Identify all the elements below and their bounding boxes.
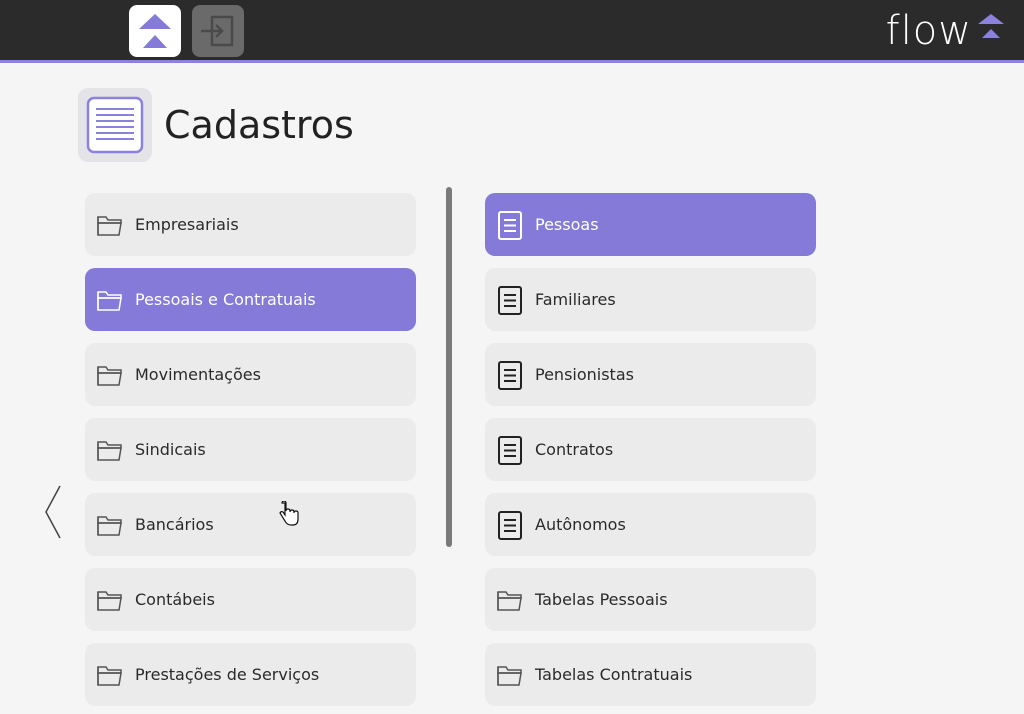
list-document-icon [78, 88, 152, 162]
folder-icon [495, 660, 525, 690]
category-item-sindicais[interactable]: Sindicais [85, 418, 416, 481]
category-item-label: Contábeis [135, 590, 215, 609]
folder-icon [495, 585, 525, 615]
folder-icon [497, 665, 522, 686]
subcategory-item-label: Contratos [535, 440, 614, 459]
folder-icon [97, 665, 122, 686]
folder-icon [95, 660, 125, 690]
folder-icon [95, 210, 125, 240]
document-icon [498, 210, 522, 240]
category-item-empresariais[interactable]: Empresariais [85, 193, 416, 256]
subcategory-item-pessoas[interactable]: Pessoas [485, 193, 816, 256]
document-icon [495, 285, 525, 315]
logout-button[interactable] [192, 5, 244, 57]
subcategory-item-contratos[interactable]: Contratos [485, 418, 816, 481]
folder-icon [95, 585, 125, 615]
subcategory-item-tabelas-pessoais[interactable]: Tabelas Pessoais [485, 568, 816, 631]
subcategory-item-label: Pessoas [535, 215, 599, 234]
folder-icon [97, 440, 122, 461]
folder-icon [97, 290, 122, 311]
folder-icon [97, 215, 122, 236]
folder-icon [95, 435, 125, 465]
category-item-label: Bancários [135, 515, 214, 534]
hand-cursor-icon [279, 501, 299, 526]
document-icon [495, 360, 525, 390]
column-divider [446, 187, 452, 547]
document-icon [498, 285, 522, 315]
subcategory-item-label: Tabelas Contratuais [535, 665, 693, 684]
subcategory-list: Pessoas Familiares Pensionistas Contratos Au… [485, 193, 816, 714]
subcategory-item-label: Autônomos [535, 515, 626, 534]
category-item-pessoais-e-contratuais[interactable]: Pessoais e Contratuais [85, 268, 416, 331]
folder-icon [97, 365, 122, 386]
chevron-left-icon[interactable] [42, 484, 64, 540]
category-item-movimentacoes[interactable]: Movimentações [85, 343, 416, 406]
logo-mark-icon [978, 14, 1004, 38]
category-item-label: Movimentações [135, 365, 261, 384]
subcategory-item-label: Pensionistas [535, 365, 634, 384]
document-icon [495, 210, 525, 240]
subcategory-item-tabelas-contratuais[interactable]: Tabelas Contratuais [485, 643, 816, 706]
folder-icon [497, 590, 522, 611]
category-item-prestacoes-de-servicos[interactable]: Prestações de Serviços [85, 643, 416, 706]
document-icon [498, 360, 522, 390]
category-list: Empresariais Pessoais e Contratuais Movime… [85, 193, 416, 714]
subcategory-item-label: Tabelas Pessoais [535, 590, 668, 609]
subcategory-item-autonomos[interactable]: Autônomos [485, 493, 816, 556]
top-bar: flow [0, 0, 1024, 63]
page-title: Cadastros [164, 103, 354, 147]
document-icon [495, 510, 525, 540]
folder-icon [95, 510, 125, 540]
category-item-label: Pessoais e Contratuais [135, 290, 316, 309]
home-logo-icon [139, 14, 171, 48]
category-item-bancarios[interactable]: Bancários [85, 493, 416, 556]
category-item-contabeis[interactable]: Contábeis [85, 568, 416, 631]
subcategory-item-pensionistas[interactable]: Pensionistas [485, 343, 816, 406]
folder-icon [97, 590, 122, 611]
category-item-label: Sindicais [135, 440, 206, 459]
home-button[interactable] [129, 5, 181, 57]
category-item-label: Empresariais [135, 215, 239, 234]
subcategory-item-label: Familiares [535, 290, 616, 309]
category-item-label: Prestações de Serviços [135, 665, 320, 684]
folder-icon [95, 285, 125, 315]
page-header: Cadastros [78, 88, 354, 162]
app-logo: flow [886, 8, 1008, 54]
document-icon [495, 435, 525, 465]
subcategory-item-familiares[interactable]: Familiares [485, 268, 816, 331]
logo-text: flow [885, 8, 972, 54]
document-icon [498, 510, 522, 540]
folder-icon [95, 360, 125, 390]
exit-icon [201, 15, 234, 47]
document-icon [498, 435, 522, 465]
folder-icon [97, 515, 122, 536]
